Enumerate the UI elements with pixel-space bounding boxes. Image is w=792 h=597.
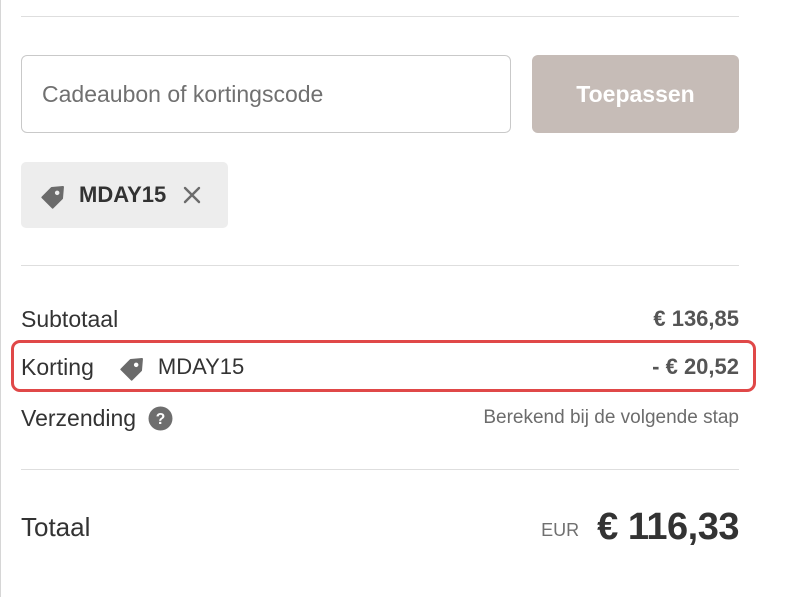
close-icon — [184, 186, 201, 204]
applied-discount-chip: MDAY15 — [21, 162, 228, 228]
discount-row: Korting MDAY15 - € 20,52 — [21, 350, 739, 384]
shipping-label: Verzending — [21, 404, 137, 431]
apply-discount-button[interactable]: Toepassen — [532, 55, 739, 133]
shipping-row: Verzending ? Berekend bij de volgende st… — [21, 400, 739, 436]
total-row: Totaal EUR € 116,33 — [21, 502, 739, 552]
total-label: Totaal — [21, 511, 91, 542]
applied-code-label: MDAY15 — [79, 182, 167, 207]
tag-icon — [39, 179, 71, 211]
subtotal-row: Subtotaal € 136,85 — [21, 302, 739, 336]
total-value: € 116,33 — [597, 505, 739, 548]
order-summary-panel: Toepassen MDAY15 Subtotaal € 136,85 Kort… — [0, 0, 792, 597]
remove-discount-button[interactable] — [182, 185, 202, 205]
bottom-divider — [21, 469, 739, 470]
svg-text:?: ? — [156, 410, 166, 427]
discount-value: - € 20,52 — [652, 354, 739, 379]
subtotal-value: € 136,85 — [653, 306, 739, 331]
shipping-label-group: Verzending ? — [21, 405, 173, 432]
help-icon[interactable]: ? — [148, 406, 173, 431]
discount-label: Korting — [21, 353, 94, 380]
discount-code: MDAY15 — [157, 354, 245, 379]
middle-divider — [21, 265, 739, 266]
tag-icon — [118, 351, 150, 383]
total-currency: EUR — [541, 519, 580, 540]
total-amount-group: EUR € 116,33 — [541, 506, 739, 549]
discount-label-group: Korting MDAY15 — [21, 351, 244, 383]
top-divider — [21, 16, 739, 17]
subtotal-label: Subtotaal — [21, 305, 119, 332]
discount-code-input[interactable] — [21, 55, 511, 133]
shipping-note: Berekend bij de volgende stap — [483, 407, 739, 428]
